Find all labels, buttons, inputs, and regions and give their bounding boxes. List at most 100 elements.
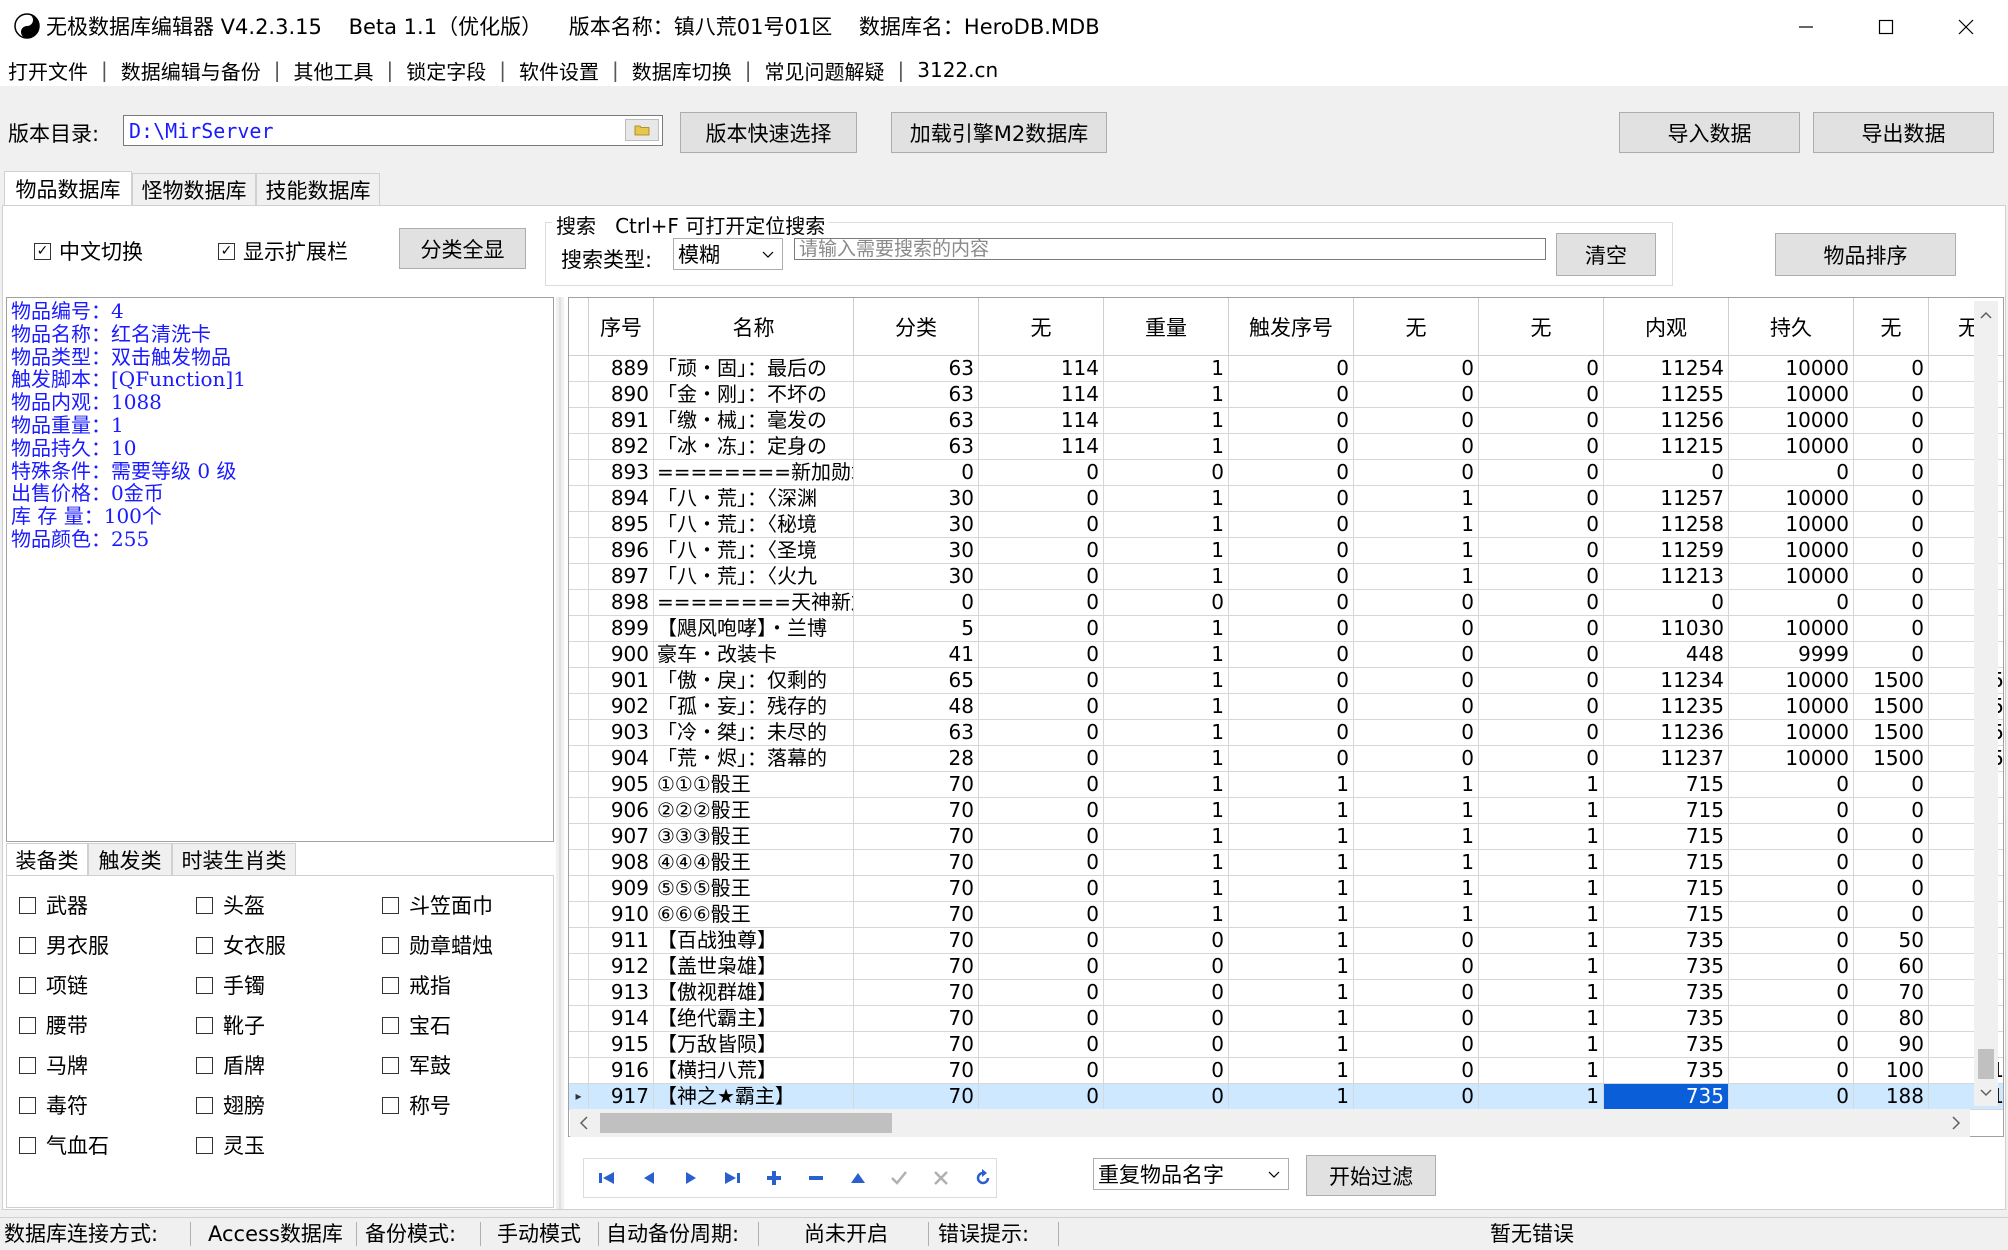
table-cell[interactable]: 【飓风咆哮】・兰博 [654,616,854,642]
category-checkbox[interactable]: 勋章蜡烛 [382,930,493,960]
category-checkbox[interactable]: 宝石 [382,1010,451,1040]
table-cell[interactable]: 0 [1354,720,1479,746]
table-cell[interactable]: 0 [979,746,1104,772]
table-cell[interactable]: 1 [1479,1058,1604,1084]
table-cell[interactable]: 0 [1479,538,1604,564]
table-cell[interactable]: 1 [1479,980,1604,1006]
table-cell[interactable]: 1 [1354,824,1479,850]
table-cell[interactable]: 1 [1229,954,1354,980]
table-cell[interactable]: 63 [854,720,979,746]
table-cell[interactable]: 「顽・固」：最后の [654,356,854,382]
table-cell[interactable]: 904 [589,746,654,772]
row-indicator[interactable] [569,928,589,954]
table-cell[interactable]: 893 [589,460,654,486]
table-cell[interactable]: 0 [979,1006,1104,1032]
row-indicator[interactable] [569,668,589,694]
filter-select[interactable]: 重复物品名字 [1093,1158,1289,1190]
table-cell[interactable]: 70 [854,980,979,1006]
menu-data-edit-backup[interactable]: 数据编辑与备份 [121,56,261,85]
table-cell[interactable]: 70 [854,1084,979,1110]
table-cell[interactable]: 0 [1854,382,1929,408]
category-checkbox[interactable]: 头盔 [196,890,265,920]
table-cell[interactable]: ①①①骰王 [654,772,854,798]
table-cell[interactable]: 903 [589,720,654,746]
table-cell[interactable]: 0 [1354,408,1479,434]
table-cell[interactable]: 0 [1479,694,1604,720]
table-cell[interactable]: 0 [1854,486,1929,512]
table-cell[interactable]: ③③③骰王 [654,824,854,850]
table-cell[interactable]: 1 [1104,616,1229,642]
table-cell[interactable]: 1 [1104,356,1229,382]
table-cell[interactable]: 「冷・桀」：未尽的 [654,720,854,746]
table-cell[interactable]: 715 [1604,902,1729,928]
table-cell[interactable]: 0 [1229,538,1354,564]
sort-button[interactable]: 物品排序 [1775,233,1956,276]
table-cell[interactable]: 60 [1854,954,1929,980]
table-cell[interactable]: 0 [1229,616,1354,642]
table-cell[interactable]: 70 [854,902,979,928]
table-cell[interactable]: 11254 [1604,356,1729,382]
table-row[interactable]: 904「荒・烬」：落幕的28010001123710000150015 [569,746,2003,772]
table-cell[interactable]: 1 [1229,850,1354,876]
table-cell[interactable]: 11256 [1604,408,1729,434]
table-cell[interactable]: 11235 [1604,694,1729,720]
table-cell[interactable]: 0 [1104,1006,1229,1032]
table-cell[interactable]: 715 [1604,876,1729,902]
table-cell[interactable]: 1 [1104,486,1229,512]
table-cell[interactable]: 1 [1354,486,1479,512]
table-cell[interactable]: 0 [1854,538,1929,564]
table-cell[interactable]: 10000 [1729,486,1854,512]
table-cell[interactable]: 0 [1229,746,1354,772]
table-cell[interactable]: 1 [1104,538,1229,564]
table-cell[interactable]: 10000 [1729,668,1854,694]
table-cell[interactable]: 1 [1104,668,1229,694]
table-cell[interactable]: 0 [1854,902,1929,928]
table-cell[interactable]: 10000 [1729,512,1854,538]
table-cell[interactable]: 11258 [1604,512,1729,538]
table-cell[interactable]: 0 [854,590,979,616]
table-cell[interactable]: 11236 [1604,720,1729,746]
table-cell[interactable]: 0 [1479,564,1604,590]
table-cell[interactable]: 0 [979,980,1104,1006]
table-cell[interactable]: 1 [1479,954,1604,980]
table-cell[interactable]: 10000 [1729,694,1854,720]
category-checkbox[interactable]: 戒指 [382,970,451,1000]
table-cell[interactable]: 0 [1354,460,1479,486]
insert-record-button[interactable] [761,1165,788,1192]
table-row[interactable]: 897 「八・荒」：〈火九 30 0 1 0 1 0 11213 10000 0 [569,564,2003,590]
table-cell[interactable]: 1 [1104,512,1229,538]
table-cell[interactable]: 0 [1354,1058,1479,1084]
cat-tab-fashion[interactable]: 时装生肖类 [172,843,296,875]
table-cell[interactable]: 0 [1729,590,1854,616]
table-cell[interactable]: 0 [1104,1032,1229,1058]
table-row[interactable]: 893========新加勋章=000000000 [569,460,2003,486]
table-row[interactable]: 894 「八・荒」：〈深渊 30 0 1 0 1 0 11257 10000 0 [569,486,2003,512]
row-indicator[interactable] [569,538,589,564]
table-cell[interactable]: 902 [589,694,654,720]
show-ext-checkbox[interactable]: ✓ 显示扩展栏 [218,236,348,266]
delete-record-button[interactable] [803,1165,830,1192]
table-cell[interactable]: 0 [1229,590,1354,616]
table-cell[interactable]: 900 [589,642,654,668]
table-cell[interactable]: 「荒・烬」：落幕的 [654,746,854,772]
table-cell[interactable]: 0 [1479,434,1604,460]
table-cell[interactable]: 0 [1104,980,1229,1006]
table-cell[interactable]: 1 [1104,434,1229,460]
table-cell[interactable]: 1 [1229,772,1354,798]
table-cell[interactable]: 915 [589,1032,654,1058]
table-cell[interactable]: 【傲视群雄】 [654,980,854,1006]
maximize-button[interactable] [1846,0,1926,54]
table-cell[interactable]: 894 [589,486,654,512]
table-cell[interactable]: 10000 [1729,746,1854,772]
first-record-button[interactable] [594,1165,621,1192]
table-cell[interactable]: 0 [1854,590,1929,616]
table-cell[interactable]: 1 [1354,564,1479,590]
table-cell[interactable]: 0 [1354,746,1479,772]
table-cell[interactable]: 1 [1229,902,1354,928]
table-cell[interactable]: 0 [1604,460,1729,486]
table-cell[interactable]: 0 [1104,928,1229,954]
column-header[interactable]: 持久 [1729,298,1854,356]
table-cell[interactable]: 0 [1854,460,1929,486]
close-button[interactable] [1926,0,2006,54]
table-cell[interactable]: 1 [1104,720,1229,746]
